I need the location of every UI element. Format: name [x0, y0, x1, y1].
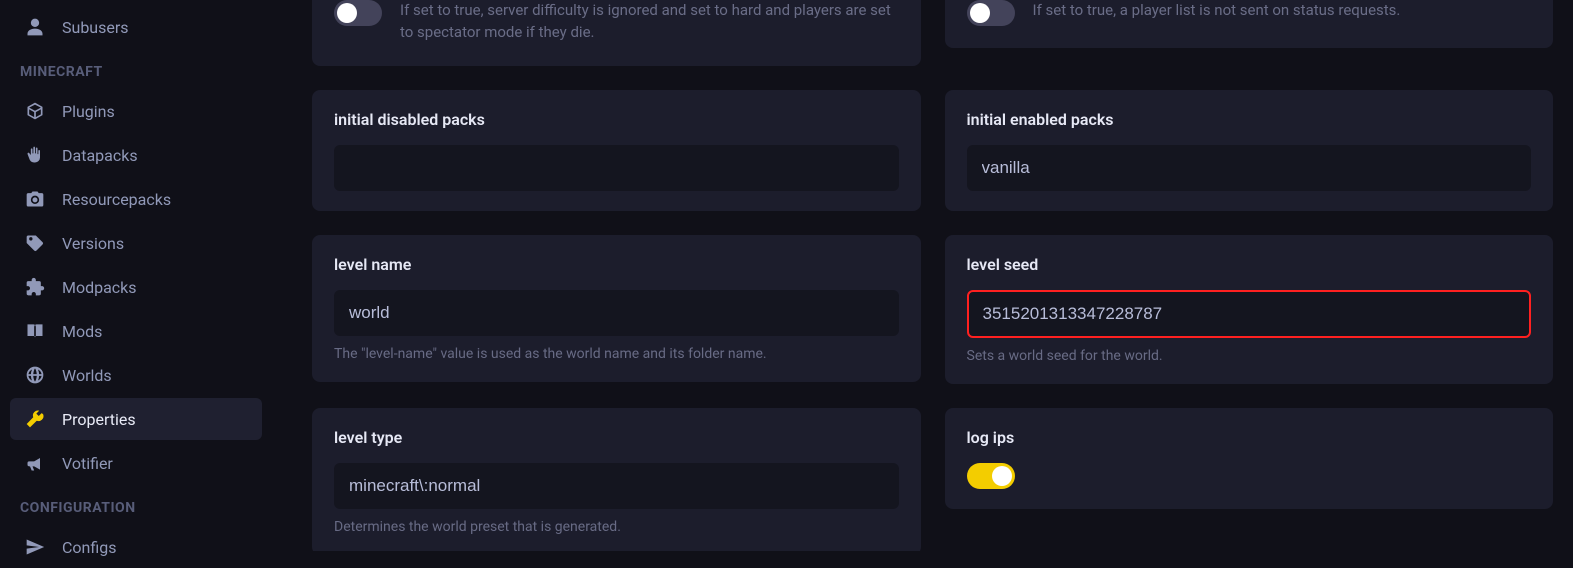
- card-level-name: level name The "level-name" value is use…: [312, 235, 921, 382]
- card-log-ips: log ips: [945, 408, 1554, 509]
- card-level-type: level type Determines the world preset t…: [312, 408, 921, 552]
- user-icon: [24, 16, 46, 38]
- sidebar-item-votifier[interactable]: Votifier: [10, 442, 262, 484]
- book-icon: [24, 320, 46, 342]
- main-panel: If set to true, server difficulty is ign…: [272, 0, 1573, 551]
- card-initial-enabled-packs: initial enabled packs: [945, 90, 1554, 211]
- sidebar-item-mods[interactable]: Mods: [10, 310, 262, 352]
- level-name-input[interactable]: [334, 290, 899, 336]
- section-header-minecraft: MINECRAFT: [6, 50, 266, 88]
- sidebar-item-label: Plugins: [62, 102, 115, 121]
- toggle-hide-players[interactable]: [967, 0, 1015, 26]
- sidebar-item-worlds[interactable]: Worlds: [10, 354, 262, 396]
- field-label: level type: [334, 428, 899, 447]
- field-label: log ips: [967, 428, 1532, 447]
- level-type-input[interactable]: [334, 463, 899, 509]
- sidebar-item-properties[interactable]: Properties: [10, 398, 262, 440]
- initial-enabled-packs-input[interactable]: [967, 145, 1532, 191]
- sidebar-item-datapacks[interactable]: Datapacks: [10, 134, 262, 176]
- sidebar-item-label: Subusers: [62, 18, 129, 37]
- toggle-hardcore[interactable]: [334, 0, 382, 26]
- help-text: Determines the world preset that is gene…: [334, 519, 899, 535]
- sidebar-item-label: Worlds: [62, 366, 112, 385]
- card-initial-disabled-packs: initial disabled packs: [312, 90, 921, 211]
- cube-icon: [24, 100, 46, 122]
- help-text: If set to true, a player list is not sen…: [1033, 0, 1401, 22]
- card-level-seed: level seed Sets a world seed for the wor…: [945, 235, 1554, 384]
- help-text: Sets a world seed for the world.: [967, 348, 1532, 364]
- globe-icon: [24, 364, 46, 386]
- card-hide-players-partial: If set to true, a player list is not sen…: [945, 0, 1554, 48]
- sidebar-item-label: Properties: [62, 410, 136, 429]
- card-hardcore-partial: If set to true, server difficulty is ign…: [312, 0, 921, 66]
- sidebar-item-configs[interactable]: Configs: [10, 526, 262, 568]
- sidebar: Subusers MINECRAFT Plugins Datapacks Res…: [0, 0, 272, 551]
- wrench-icon: [24, 408, 46, 430]
- send-icon: [24, 536, 46, 558]
- sidebar-item-label: Versions: [62, 234, 124, 253]
- field-label: initial enabled packs: [967, 110, 1532, 129]
- sidebar-item-plugins[interactable]: Plugins: [10, 90, 262, 132]
- hand-icon: [24, 144, 46, 166]
- sidebar-item-subusers[interactable]: Subusers: [10, 6, 262, 48]
- sidebar-item-label: Resourcepacks: [62, 190, 171, 209]
- initial-disabled-packs-input[interactable]: [334, 145, 899, 191]
- field-label: level name: [334, 255, 899, 274]
- help-text: If set to true, server difficulty is ign…: [400, 0, 899, 44]
- section-header-configuration: CONFIGURATION: [6, 486, 266, 524]
- help-text: The "level-name" value is used as the wo…: [334, 346, 899, 362]
- level-seed-input[interactable]: [967, 290, 1532, 338]
- field-label: initial disabled packs: [334, 110, 899, 129]
- sidebar-item-label: Votifier: [62, 454, 113, 473]
- sidebar-item-modpacks[interactable]: Modpacks: [10, 266, 262, 308]
- camera-icon: [24, 188, 46, 210]
- megaphone-icon: [24, 452, 46, 474]
- toggle-log-ips[interactable]: [967, 463, 1015, 489]
- tag-icon: [24, 232, 46, 254]
- sidebar-item-label: Mods: [62, 322, 102, 341]
- puzzle-icon: [24, 276, 46, 298]
- sidebar-item-label: Modpacks: [62, 278, 137, 297]
- sidebar-item-label: Datapacks: [62, 146, 138, 165]
- sidebar-item-resourcepacks[interactable]: Resourcepacks: [10, 178, 262, 220]
- sidebar-item-label: Configs: [62, 538, 116, 557]
- sidebar-item-versions[interactable]: Versions: [10, 222, 262, 264]
- field-label: level seed: [967, 255, 1532, 274]
